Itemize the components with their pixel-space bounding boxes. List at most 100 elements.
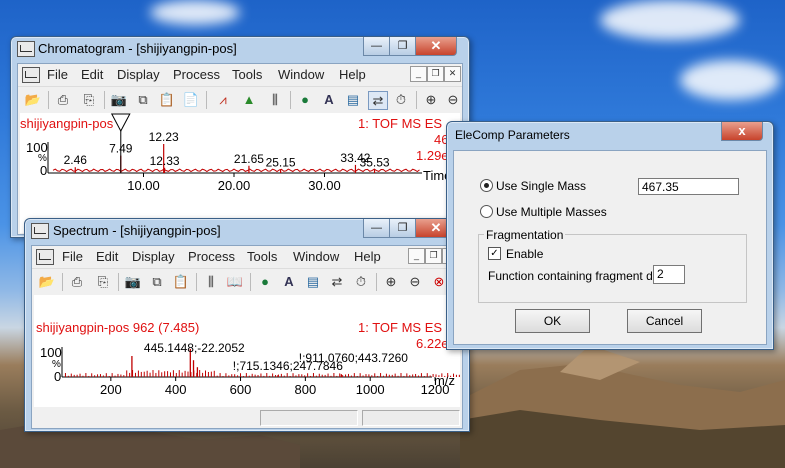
spectrum-icon[interactable]: ⫼ bbox=[266, 91, 284, 108]
timer-icon[interactable]: ⏱ bbox=[392, 91, 410, 108]
layout-icon[interactable]: ▤ bbox=[344, 91, 362, 108]
clipboard-icon[interactable]: 📄 bbox=[182, 91, 200, 108]
menu-help[interactable]: Help bbox=[354, 249, 381, 264]
zoom-in-icon[interactable]: ⊕ bbox=[382, 273, 400, 290]
x-tick-label: 10.00 bbox=[127, 178, 160, 193]
close-button[interactable]: x bbox=[721, 122, 763, 141]
menu-process[interactable]: Process bbox=[188, 249, 235, 264]
fragmentation-label: Fragmentation bbox=[484, 228, 566, 242]
peak-label: 35.53 bbox=[360, 156, 390, 170]
mdi-minimize-button[interactable]: _ bbox=[410, 66, 427, 82]
x-tick-label: 1000 bbox=[356, 382, 385, 397]
chromatogram-plot[interactable]: shijiyangpin-pos 1: TOF MS ES 46 1.29e 1… bbox=[20, 113, 460, 233]
maximize-button[interactable]: ❐ bbox=[389, 219, 416, 238]
ok-button[interactable]: OK bbox=[515, 309, 590, 333]
minimize-button[interactable]: — bbox=[363, 219, 390, 238]
doc-icon[interactable] bbox=[22, 67, 40, 83]
chromatogram-titlebar[interactable]: Chromatogram - [shijiyangpin-pos] — ❐ ✕ bbox=[11, 37, 469, 59]
timer-icon[interactable]: ⏱ bbox=[352, 273, 370, 290]
enable-label: Enable bbox=[506, 247, 544, 261]
x-tick-label: 400 bbox=[165, 382, 187, 397]
mdi-close-button[interactable]: ✕ bbox=[444, 66, 461, 82]
mdi-minimize-button[interactable]: _ bbox=[408, 248, 425, 264]
copy-icon[interactable]: ⧉ bbox=[148, 273, 166, 290]
menu-process[interactable]: Process bbox=[173, 67, 220, 82]
menu-edit[interactable]: Edit bbox=[96, 249, 118, 264]
spectrum-trace: 445.1448;-22.2052!;715.1346;247.7846!;91… bbox=[61, 341, 460, 397]
single-mass-radio[interactable] bbox=[480, 179, 493, 192]
book-icon[interactable]: 📖 bbox=[226, 273, 244, 290]
menu-display[interactable]: Display bbox=[117, 67, 160, 82]
x-tick-label: 20.00 bbox=[218, 178, 251, 193]
enable-checkbox[interactable]: ✓ bbox=[488, 247, 501, 260]
camera-icon[interactable]: 📷 bbox=[110, 91, 128, 108]
chromatogram-icon[interactable]: ⩘ bbox=[214, 91, 232, 108]
status-bar bbox=[32, 408, 462, 426]
peak-label: 2.46 bbox=[64, 153, 88, 167]
menu-file[interactable]: File bbox=[62, 249, 83, 264]
single-mass-field[interactable]: 467.35 bbox=[638, 178, 739, 195]
menu-edit[interactable]: Edit bbox=[81, 67, 103, 82]
x-tick-label: 1200 bbox=[421, 382, 450, 397]
text-icon[interactable]: A bbox=[320, 91, 338, 108]
maximize-button[interactable]: ❐ bbox=[389, 37, 416, 56]
print-icon[interactable]: ⎙ bbox=[54, 91, 72, 108]
peak-icon[interactable]: ▲ bbox=[240, 91, 258, 108]
toolbar: 📂 ⎙ ⎘ 📷 ⧉ 📋 📄 ⩘ ▲ ⫼ ● A ▤ ⇄ ⏱ ⊕ ⊖ bbox=[18, 86, 462, 113]
chromatogram-trace: 2.467.4912.2312.33 21.65 25.15 33.4235.5310… bbox=[47, 113, 422, 193]
peak-label: 25.15 bbox=[266, 156, 296, 170]
paste-icon[interactable]: 📋 bbox=[158, 91, 176, 108]
layout-icon[interactable]: ▤ bbox=[304, 273, 322, 290]
elecomp-dialog[interactable]: EleComp Parameters x Use Single Mass 467… bbox=[446, 121, 774, 350]
peak-label: !;911.0760;443.7260 bbox=[299, 351, 409, 365]
window-title: Chromatogram - [shijiyangpin-pos] bbox=[38, 41, 237, 56]
menu-window[interactable]: Window bbox=[293, 249, 339, 264]
close-button[interactable]: ✕ bbox=[415, 37, 457, 56]
zoom-in-icon[interactable]: ⊕ bbox=[422, 91, 440, 108]
menu-tools[interactable]: Tools bbox=[232, 67, 262, 82]
peak-label: 21.65 bbox=[234, 152, 264, 166]
globe-icon[interactable]: ● bbox=[296, 91, 314, 108]
transfer-icon[interactable]: ⇄ bbox=[368, 91, 388, 110]
mdi-restore-button[interactable]: ❐ bbox=[427, 66, 444, 82]
menu-display[interactable]: Display bbox=[132, 249, 175, 264]
function-field[interactable]: 2 bbox=[653, 265, 685, 284]
dialog-titlebar[interactable]: EleComp Parameters x bbox=[447, 122, 773, 144]
spectrum-window[interactable]: Spectrum - [shijiyangpin-pos] — ❐ ✕ File… bbox=[24, 218, 470, 432]
minimize-button[interactable]: — bbox=[363, 37, 390, 56]
menu-bar: File Edit Display Process Tools Window H… bbox=[32, 246, 462, 266]
x-tick-label: 200 bbox=[100, 382, 122, 397]
scan-marker-icon bbox=[110, 113, 131, 133]
open-icon[interactable]: 📂 bbox=[38, 273, 56, 290]
open-icon[interactable]: 📂 bbox=[24, 91, 42, 108]
doc-icon[interactable] bbox=[36, 249, 54, 265]
cancel-button[interactable]: Cancel bbox=[627, 309, 702, 333]
peak-label: 12.33 bbox=[150, 154, 180, 168]
menu-tools[interactable]: Tools bbox=[247, 249, 277, 264]
menu-help[interactable]: Help bbox=[339, 67, 366, 82]
camera-icon[interactable]: 📷 bbox=[124, 273, 142, 290]
status-cell bbox=[260, 410, 358, 426]
copy-icon[interactable]: ⧉ bbox=[134, 91, 152, 108]
zoom-out-icon[interactable]: ⊖ bbox=[406, 273, 424, 290]
zoom-icon[interactable]: ⊖ bbox=[444, 91, 462, 108]
window-title: Spectrum - [shijiyangpin-pos] bbox=[53, 223, 221, 238]
menu-file[interactable]: File bbox=[47, 67, 68, 82]
transfer-icon[interactable]: ⇄ bbox=[328, 273, 346, 290]
globe-icon[interactable]: ● bbox=[256, 273, 274, 290]
chromatogram-window[interactable]: Chromatogram - [shijiyangpin-pos] — ❐ ✕ … bbox=[10, 36, 470, 238]
spectrum-icon[interactable]: ⫼ bbox=[202, 273, 220, 290]
print-preview-icon[interactable]: ⎘ bbox=[94, 273, 112, 290]
peak-label: 445.1448;-22.2052 bbox=[144, 341, 245, 355]
mdi-restore-button[interactable]: ❐ bbox=[425, 248, 442, 264]
print-icon[interactable]: ⎙ bbox=[68, 273, 86, 290]
menu-window[interactable]: Window bbox=[278, 67, 324, 82]
spectrum-titlebar[interactable]: Spectrum - [shijiyangpin-pos] — ❐ ✕ bbox=[25, 219, 469, 241]
spectrum-plot[interactable]: shijiyangpin-pos 962 (7.485) 1: TOF MS E… bbox=[34, 295, 460, 407]
app-icon bbox=[31, 223, 49, 239]
paste-icon[interactable]: 📋 bbox=[172, 273, 190, 290]
print-preview-icon[interactable]: ⎘ bbox=[80, 91, 98, 108]
multiple-masses-radio[interactable] bbox=[480, 205, 493, 218]
function-label: Function containing fragment data bbox=[488, 269, 670, 283]
text-icon[interactable]: A bbox=[280, 273, 298, 290]
